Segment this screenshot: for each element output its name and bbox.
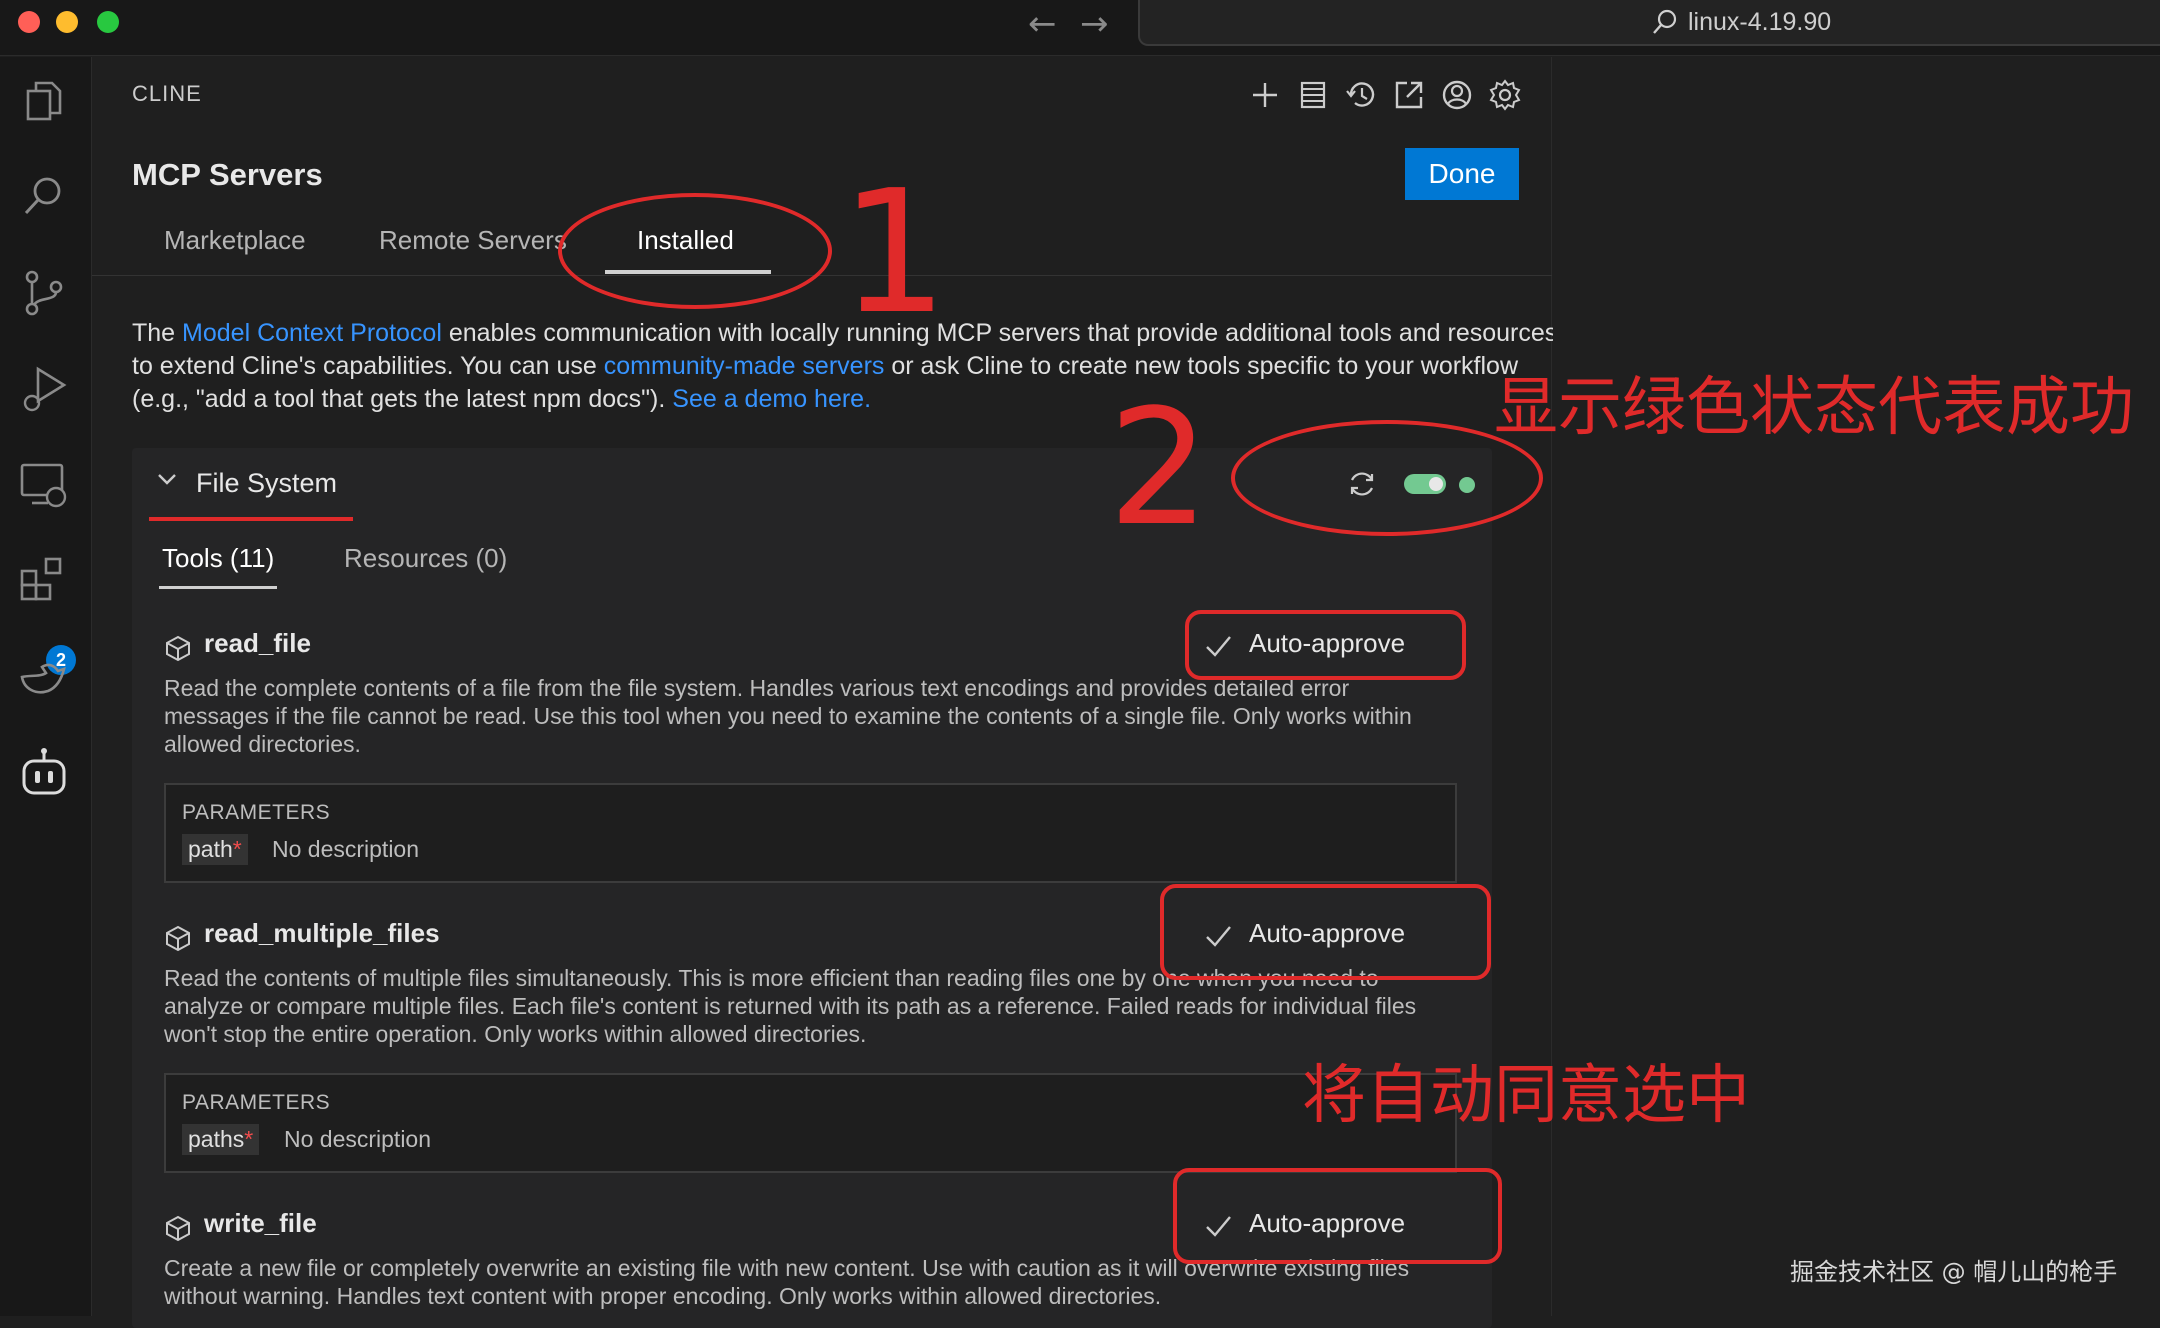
param-name: paths <box>188 1126 245 1152</box>
annotation-note-status: 显示绿色状态代表成功 <box>1494 371 2134 445</box>
param-chip: paths* <box>182 1124 260 1155</box>
community-servers-link[interactable]: community-made servers <box>604 352 885 380</box>
annotation-box-auto-approve <box>1185 610 1466 680</box>
parameters-box: PARAMETERS path* No description <box>164 783 1457 883</box>
tool-name: read_multiple_files <box>204 918 440 948</box>
tool-name: write_file <box>204 1208 317 1238</box>
package-icon <box>166 635 190 662</box>
docker-whale-icon[interactable] <box>18 651 70 703</box>
done-button[interactable]: Done <box>1405 148 1519 200</box>
intro-text-part: The <box>132 319 183 347</box>
mcp-servers-icon[interactable] <box>1295 77 1331 113</box>
page-title: MCP Servers <box>132 157 323 192</box>
command-center-text: linux-4.19.90 <box>1688 8 1832 36</box>
tool-name: read_file <box>204 628 311 658</box>
annotation-underline <box>149 517 353 521</box>
tab-remote-servers[interactable]: Remote Servers <box>379 225 567 256</box>
annotation-number-1: 1 <box>840 154 949 352</box>
tab-marketplace[interactable]: Marketplace <box>164 225 306 256</box>
active-subtab-indicator <box>159 586 277 589</box>
subtab-resources[interactable]: Resources (0) <box>344 543 507 574</box>
parameters-title: PARAMETERS <box>182 801 331 824</box>
activity-bar: 2 <box>0 57 92 1316</box>
chevron-down-icon[interactable] <box>156 468 178 490</box>
panel-title: CLINE <box>132 81 202 106</box>
tool-description: Read the complete contents of a file fro… <box>164 675 1412 757</box>
param-chip: path* <box>182 834 248 865</box>
account-icon[interactable] <box>1439 77 1475 113</box>
search-icon <box>1653 9 1677 34</box>
settings-gear-icon[interactable] <box>1487 77 1523 113</box>
cline-robot-icon[interactable] <box>18 747 70 799</box>
annotation-circle-status <box>1231 420 1543 536</box>
command-center[interactable] <box>1138 0 2160 46</box>
package-icon <box>166 1215 190 1242</box>
tabs-divider <box>92 275 1552 276</box>
maximize-window-button[interactable] <box>97 11 119 33</box>
server-name: File System <box>196 468 338 498</box>
required-marker: * <box>244 1126 254 1152</box>
annotation-note-auto: 将自动同意选中 <box>1302 1059 1750 1133</box>
package-icon <box>166 925 190 952</box>
history-icon[interactable] <box>1343 77 1379 113</box>
minimize-window-button[interactable] <box>56 11 78 33</box>
forward-arrow-icon[interactable]: → <box>1080 4 1109 44</box>
title-bar: ← → linux-4.19.90 <box>0 0 2160 56</box>
watermark: 掘金技术社区 @ 帽儿山的枪手 <box>1790 1258 2118 1286</box>
param-name: path <box>188 836 233 862</box>
run-debug-icon[interactable] <box>18 363 70 415</box>
parameters-box: PARAMETERS paths* No description <box>164 1073 1457 1173</box>
remote-explorer-icon[interactable] <box>18 459 70 511</box>
search-view-icon[interactable] <box>18 171 70 223</box>
open-in-editor-icon[interactable] <box>1391 77 1427 113</box>
param-description: No description <box>284 1126 432 1152</box>
annotation-box-auto-approve <box>1160 884 1491 980</box>
back-arrow-icon[interactable]: ← <box>1028 4 1057 44</box>
demo-link[interactable]: See a demo here. <box>672 385 871 413</box>
param-description: No description <box>272 836 420 862</box>
annotation-number-2: 2 <box>1108 374 1210 561</box>
parameters-title: PARAMETERS <box>182 1091 331 1114</box>
source-control-icon[interactable] <box>18 267 70 319</box>
required-marker: * <box>232 836 242 862</box>
extensions-icon[interactable] <box>18 555 70 607</box>
subtab-tools[interactable]: Tools (11) <box>162 543 274 574</box>
annotation-box-auto-approve <box>1173 1168 1502 1264</box>
mcp-protocol-link[interactable]: Model Context Protocol <box>182 319 442 347</box>
close-window-button[interactable] <box>18 11 40 33</box>
explorer-icon[interactable] <box>18 77 70 129</box>
annotation-circle-installed <box>558 193 832 309</box>
new-task-plus-icon[interactable] <box>1247 77 1283 113</box>
